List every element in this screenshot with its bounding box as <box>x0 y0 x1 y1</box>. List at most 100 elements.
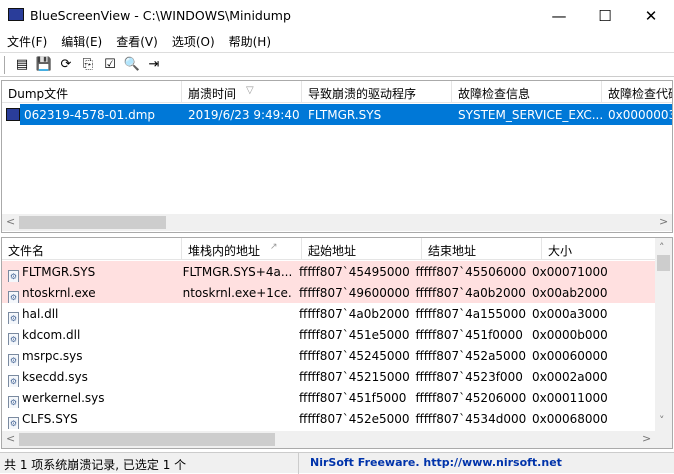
table-cell: ntoskrnl.exe+1ce... <box>177 282 293 303</box>
scroll-right-icon[interactable]: > <box>642 432 651 445</box>
table-cell: FLTMGR.SYS+4a... <box>177 261 293 282</box>
table-cell: 0x0000b000 <box>526 324 655 345</box>
table-row[interactable]: ⚙ FLTMGR.SYS FLTMGR.SYS+4a... fffff807`4549… <box>2 261 655 282</box>
cell-text: 0x00ab2000 <box>531 286 608 300</box>
scroll-right-icon[interactable]: > <box>659 215 668 228</box>
scroll-left-icon[interactable]: < <box>6 432 15 445</box>
table-cell: fffff807`45245000 <box>293 345 409 366</box>
cell-text: 0x0002a000 <box>531 370 608 384</box>
cell-text: fffff807`4534d000 <box>415 412 526 426</box>
cell-text: fffff807`452e5000 <box>299 412 410 426</box>
table-row[interactable]: ⚙ ksecdd.sys fffff807`45215000 fffff807`452… <box>2 366 655 387</box>
copy-icon[interactable]: ⎘ <box>79 56 97 74</box>
menu-item[interactable]: 编辑(E) <box>54 31 109 51</box>
column-header[interactable]: Dump文件 <box>2 81 182 103</box>
html-report-icon[interactable]: ▤ <box>13 56 31 74</box>
table-cell: fffff807`451f0000 <box>410 324 526 345</box>
dump-file-icon <box>6 108 20 121</box>
column-label: 文件名 <box>8 244 45 258</box>
table-cell: fffff807`45506000 <box>410 261 526 282</box>
column-header[interactable]: 崩溃时间 ▽ <box>182 81 302 103</box>
table-row[interactable]: ⚙ CLFS.SYS fffff807`452e5000 fffff807`4534d… <box>2 408 655 429</box>
file-icon: ⚙ <box>8 375 19 387</box>
table-cell: 0x00011000 <box>526 387 655 408</box>
table-row[interactable]: ⚙ kdcom.dll fffff807`451e5000 fffff807`451f… <box>2 324 655 345</box>
scroll-thumb[interactable] <box>19 433 275 446</box>
table-row[interactable]: 062319-4578-01.dmp 2019/6/23 9:49:40 FLTMG… <box>2 104 672 125</box>
cell-text: fffff807`451e5000 <box>299 328 410 342</box>
table-cell <box>177 366 293 387</box>
table-row[interactable]: ⚙ ntoskrnl.exe ntoskrnl.exe+1ce... fffff807… <box>2 282 655 303</box>
menu-bar: 文件(F) 编辑(E) 查看(V) 选项(O) 帮助(H) <box>0 31 674 51</box>
save-icon[interactable]: 💾 <box>35 56 53 74</box>
maximize-button[interactable]: ☐ <box>582 0 628 31</box>
table-cell: 0x00060000 <box>526 345 655 366</box>
column-header[interactable]: 故障检查代码 <box>602 81 672 103</box>
table-row[interactable]: ⚙ msrpc.sys fffff807`45245000 fffff807`452a… <box>2 345 655 366</box>
table-cell: fffff807`49600000 <box>293 282 409 303</box>
table-cell: ⚙ FLTMGR.SYS <box>2 261 177 282</box>
column-header[interactable]: 文件名 <box>2 238 182 260</box>
table-cell: FLTMGR.SYS <box>302 104 452 125</box>
table-cell <box>177 303 293 324</box>
menu-item[interactable]: 查看(V) <box>109 31 165 51</box>
file-name: ksecdd.sys <box>22 370 88 384</box>
table-cell <box>177 324 293 345</box>
scroll-up-icon[interactable]: ˄ <box>659 241 665 254</box>
table-cell: fffff807`4a0b2000 <box>410 282 526 303</box>
scroll-thumb[interactable] <box>19 216 166 229</box>
properties-icon[interactable]: ☑ <box>101 56 119 74</box>
toolbar-grip <box>4 55 6 74</box>
table-cell <box>177 408 293 429</box>
cell-text: fffff807`45506000 <box>415 265 526 279</box>
table-cell: SYSTEM_SERVICE_EXC... <box>452 104 602 125</box>
module-list-header: 文件名 堆栈内的地址 ↗ 起始地址 结束地址 大小 <box>2 238 672 260</box>
status-text: 共 1 项系统崩溃记录, 已选定 1 个 <box>4 458 187 472</box>
scroll-left-icon[interactable]: < <box>6 215 15 228</box>
module-list-hscrollbar[interactable]: < > <box>2 431 672 448</box>
cell-text: fffff807`451f0000 <box>415 328 523 342</box>
column-header[interactable]: 堆栈内的地址 ↗ <box>182 238 302 260</box>
file-name: kdcom.dll <box>22 328 81 342</box>
module-list-vscrollbar[interactable]: ˄ ˅ <box>655 238 672 431</box>
scroll-down-icon[interactable]: ˅ <box>659 414 665 427</box>
column-header[interactable]: 起始地址 <box>302 238 422 260</box>
column-header[interactable]: 导致崩溃的驱动程序 <box>302 81 452 103</box>
cell-text: fffff807`45215000 <box>299 370 410 384</box>
column-label: 导致崩溃的驱动程序 <box>308 87 417 101</box>
menu-item[interactable]: 选项(O) <box>165 31 222 51</box>
refresh-icon[interactable]: ⟳ <box>57 56 75 74</box>
vscroll-thumb[interactable] <box>657 255 670 271</box>
menu-item[interactable]: 帮助(H) <box>222 31 278 51</box>
table-cell: fffff807`4523f000 <box>410 366 526 387</box>
cell-text: ntoskrnl.exe+1ce... <box>182 286 294 300</box>
cell-text: fffff807`4a155000 <box>415 307 526 321</box>
column-label: 大小 <box>548 244 573 258</box>
column-header[interactable]: 结束地址 <box>422 238 542 260</box>
cell-text: fffff807`451f5000 <box>299 391 407 405</box>
table-row[interactable]: ⚙ werkernel.sys fffff807`451f5000 fffff807`… <box>2 387 655 408</box>
exit-icon[interactable]: ⇥ <box>145 56 163 74</box>
crash-list-header: Dump文件 崩溃时间 ▽ 导致崩溃的驱动程序 故障检查信息 故障检查代码 <box>2 81 672 103</box>
table-cell: fffff807`4a0b2000 <box>293 303 409 324</box>
table-cell: fffff807`4534d000 <box>410 408 526 429</box>
nirsoft-link[interactable]: NirSoft Freeware. http://www.nirsoft.net <box>310 456 562 469</box>
minimize-button[interactable]: — <box>536 0 582 31</box>
column-header[interactable]: 故障检查信息 <box>452 81 602 103</box>
table-cell: fffff807`451f5000 <box>293 387 409 408</box>
table-cell: ⚙ ntoskrnl.exe <box>2 282 177 303</box>
cell-text: fffff807`4523f000 <box>415 370 523 384</box>
close-button[interactable]: ✕ <box>628 0 674 31</box>
table-cell: fffff807`45495000 <box>293 261 409 282</box>
table-cell: fffff807`4a155000 <box>410 303 526 324</box>
menu-item[interactable]: 文件(F) <box>0 31 54 51</box>
toolbar: ▤ 💾 ⟳ ⎘ ☑ 🔍 ⇥ <box>0 52 674 77</box>
cell-text: 0x00011000 <box>531 391 608 405</box>
table-cell: 0x00071000 <box>526 261 655 282</box>
table-row[interactable]: ⚙ hal.dll fffff807`4a0b2000 fffff807`4a1550… <box>2 303 655 324</box>
find-icon[interactable]: 🔍 <box>123 56 141 74</box>
table-cell: 2019/6/23 9:49:40 <box>182 104 302 125</box>
column-header[interactable]: 大小 <box>542 238 672 260</box>
crash-list-hscrollbar[interactable]: < > <box>2 214 672 231</box>
column-label: 崩溃时间 <box>188 87 237 101</box>
